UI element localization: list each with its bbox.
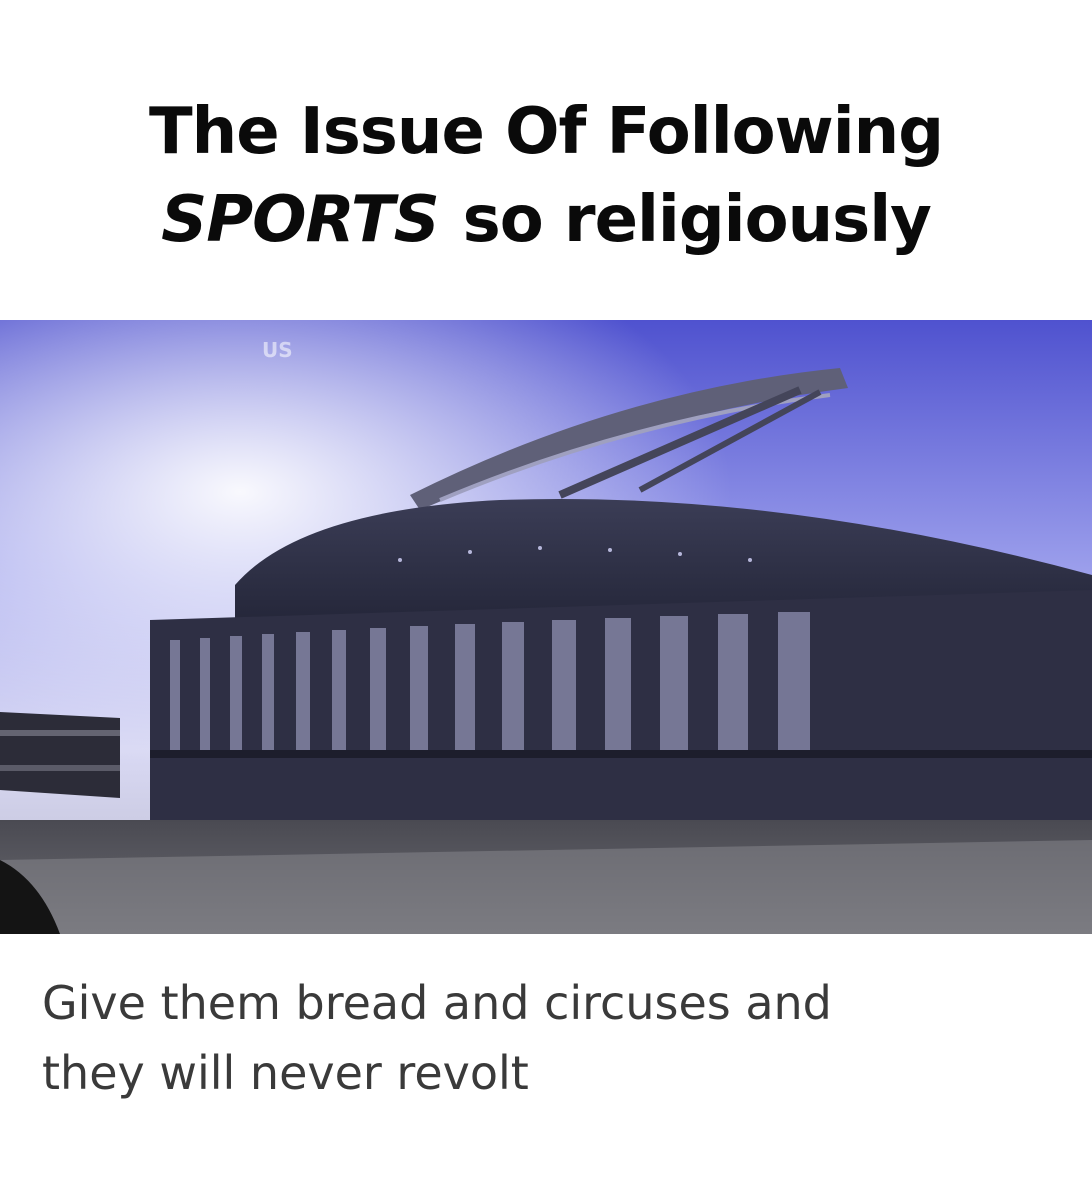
title-line-2: SPORTS so religiously — [0, 176, 1092, 264]
video-frame-stadium — [0, 320, 1092, 934]
meme-caption: Give them bread and circuses and they wi… — [42, 968, 1052, 1108]
left-building — [0, 712, 120, 798]
stadium-illustration — [0, 320, 1092, 934]
video-watermark: US — [262, 338, 293, 362]
meme-title: The Issue Of Following SPORTS so religiou… — [0, 88, 1092, 264]
title-line-1: The Issue Of Following — [148, 95, 944, 169]
title-line-2-rest: so religiously — [462, 183, 932, 257]
title-emphasis-sports: SPORTS — [161, 183, 440, 257]
caption-line-2: they will never revolt — [42, 1046, 529, 1100]
caption-line-1: Give them bread and circuses and — [42, 976, 832, 1030]
